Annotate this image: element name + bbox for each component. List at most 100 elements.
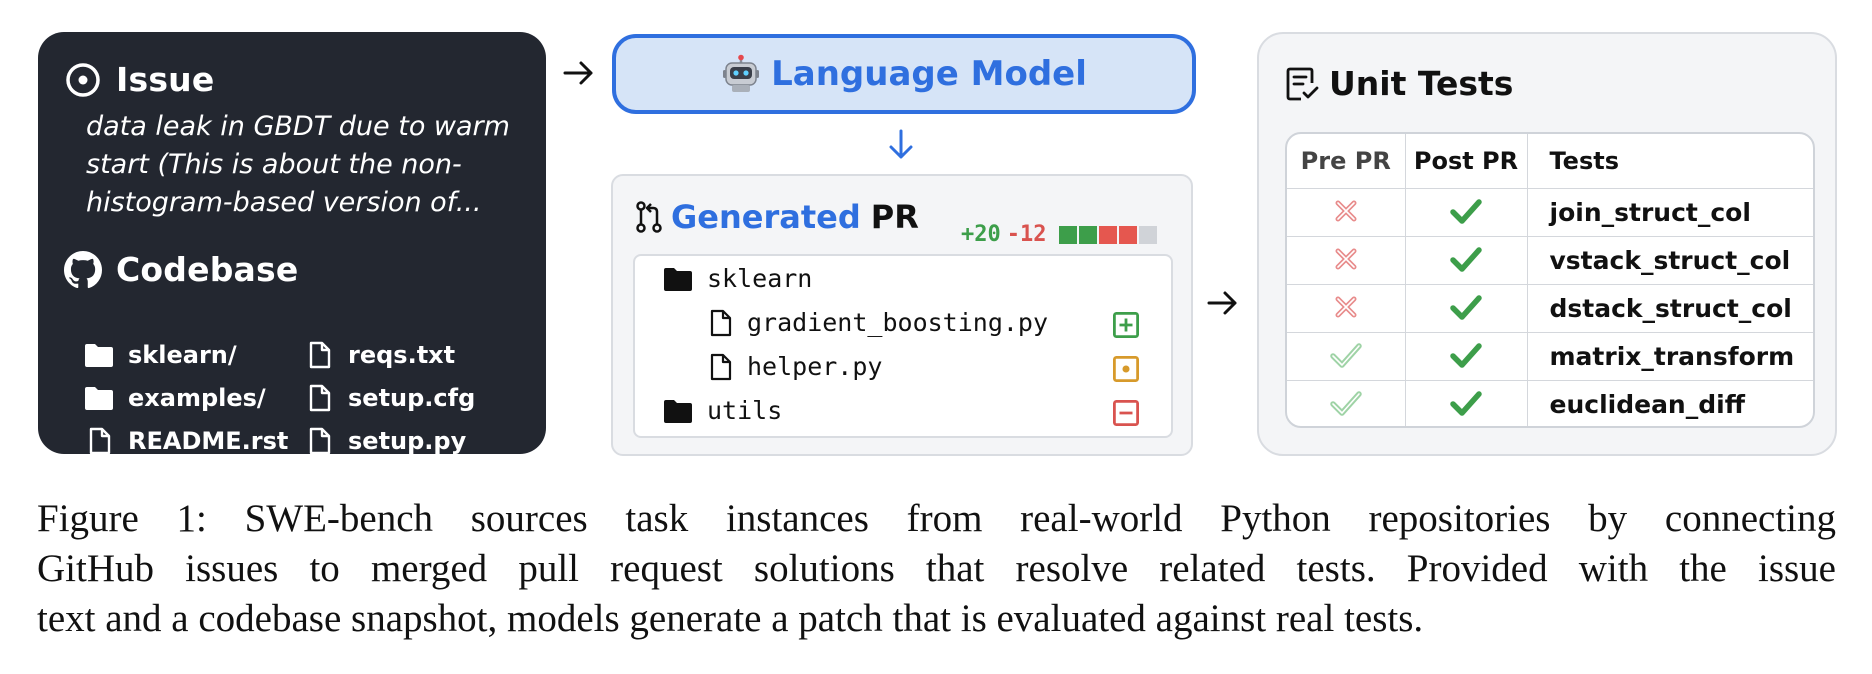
pass-check-icon (1450, 294, 1482, 320)
test-name: vstack_struct_col (1526, 236, 1813, 285)
diffstat-additions: +20 (961, 222, 1001, 247)
codebase-item-label: sklearn/ (128, 341, 237, 369)
codebase-item-label: reqs.txt (348, 341, 456, 369)
diffstat: +20 -12 (961, 222, 1157, 247)
pass-check-icon (1330, 342, 1362, 368)
codebase-title: Codebase (116, 250, 299, 289)
issue-text: data leak in GBDT due to warm start (Thi… (86, 108, 536, 222)
folder-icon (664, 399, 692, 423)
file-icon (309, 427, 331, 455)
file-modified-icon (1113, 356, 1139, 382)
codebase-item: README.rst (84, 427, 288, 455)
codebase-item: setup.py (304, 427, 466, 455)
generated-pr-title-rest: PR (870, 198, 919, 236)
codebase-item: reqs.txt (304, 341, 455, 369)
arrow-right-icon (563, 61, 593, 85)
folder-icon (664, 267, 692, 291)
fail-x-icon (1335, 200, 1357, 221)
codebase-item: setup.cfg (304, 384, 475, 412)
post-pr-status (1404, 284, 1528, 333)
file-added-icon (1113, 312, 1139, 338)
unit-tests-header: Unit Tests (1285, 64, 1513, 103)
column-header-pre-pr: Pre PR (1287, 134, 1406, 189)
language-model-box: Language Model (612, 34, 1196, 114)
pass-check-icon (1450, 198, 1482, 224)
pre-pr-status (1287, 236, 1406, 285)
column-header-post-pr: Post PR (1404, 134, 1528, 189)
test-name: matrix_transform (1526, 332, 1813, 381)
issue-codebase-panel: Issue data leak in GBDT due to warm star… (38, 32, 546, 455)
language-model-label: Language Model (771, 54, 1087, 94)
issue-header: Issue (64, 60, 214, 99)
unit-tests-table: Pre PR Post PR Tests join_struct_col vst… (1285, 132, 1815, 428)
diffstat-deletions: -12 (1006, 222, 1047, 247)
file-tree-row: gradient_boosting.py (709, 308, 1048, 337)
pre-pr-status (1287, 380, 1406, 426)
robot-icon (723, 54, 760, 92)
diffstat-block-neutral (1138, 225, 1157, 244)
test-name: dstack_struct_col (1526, 284, 1813, 333)
issue-title: Issue (116, 60, 215, 99)
column-header-tests: Tests (1526, 134, 1813, 189)
codebase-item: examples/ (84, 384, 266, 412)
file-icon (710, 353, 732, 380)
generated-pr-panel: Generated PR +20 -12 sklearn gradient_bo… (611, 174, 1193, 456)
file-tree-label: gradient_boosting.py (747, 308, 1049, 337)
arrow-right-icon (1207, 291, 1237, 315)
issue-text-line: start (This is about the non- (86, 149, 462, 180)
folder-icon (85, 387, 113, 410)
unit-tests-panel: Unit Tests Pre PR Post PR Tests join_str… (1257, 32, 1837, 456)
file-tree-label: sklearn (707, 264, 813, 293)
table-row: matrix_transform (1287, 332, 1813, 381)
generated-pr-title-highlight: Generated (671, 198, 861, 236)
file-tree-row: utils (663, 396, 782, 425)
pass-check-icon (1450, 342, 1482, 368)
post-pr-status (1404, 332, 1528, 381)
pull-request-icon (636, 201, 662, 233)
file-removed-icon (1113, 400, 1139, 426)
pass-check-icon (1450, 390, 1482, 416)
file-tree-label: helper.py (747, 352, 883, 381)
pre-pr-status (1287, 332, 1406, 381)
codebase-item-label: examples/ (128, 384, 266, 412)
codebase-item-label: README.rst (128, 427, 289, 455)
post-pr-status (1404, 380, 1528, 426)
file-tree-label: utils (707, 396, 783, 425)
file-tree-row: sklearn (663, 264, 812, 293)
post-pr-status (1404, 188, 1528, 237)
codebase-item-label: setup.cfg (348, 384, 476, 412)
diffstat-block-removed (1118, 225, 1137, 244)
codebase-item-label: setup.py (348, 427, 467, 455)
diffstat-block-added (1078, 225, 1097, 244)
table-header-row: Pre PR Post PR Tests (1287, 134, 1813, 189)
caption-line: Figure 1: SWE-bench sources task instanc… (37, 497, 1836, 540)
file-icon (710, 309, 732, 336)
fail-x-icon (1335, 296, 1357, 317)
diffstat-block-removed (1098, 225, 1117, 244)
test-name: join_struct_col (1526, 188, 1813, 237)
pre-pr-status (1287, 188, 1406, 237)
codebase-item: sklearn/ (84, 341, 237, 369)
test-name: euclidean_diff (1526, 380, 1813, 426)
pr-file-tree: sklearn gradient_boosting.py helper.py u… (633, 254, 1173, 438)
file-icon (89, 427, 111, 455)
figure-caption: Figure 1: SWE-bench sources task instanc… (37, 494, 1836, 644)
table-row: vstack_struct_col (1287, 236, 1813, 285)
issue-icon (66, 62, 100, 97)
github-icon (64, 250, 102, 288)
file-icon (309, 384, 331, 412)
post-pr-status (1404, 236, 1528, 285)
table-row: dstack_struct_col (1287, 284, 1813, 333)
caption-line: GitHub issues to merged pull request sol… (37, 547, 1836, 590)
arrow-down-icon (889, 129, 913, 159)
file-tree-row: helper.py (709, 352, 882, 381)
caption-line: text and a codebase snapshot, models gen… (37, 597, 1424, 640)
unit-tests-title: Unit Tests (1329, 64, 1514, 103)
pass-check-icon (1450, 246, 1482, 272)
file-icon (309, 341, 331, 369)
pass-check-icon (1330, 390, 1362, 416)
generated-pr-header: Generated PR (635, 198, 919, 236)
table-row: euclidean_diff (1287, 380, 1813, 426)
test-checklist-icon (1286, 67, 1319, 100)
codebase-header: Codebase (64, 250, 298, 289)
